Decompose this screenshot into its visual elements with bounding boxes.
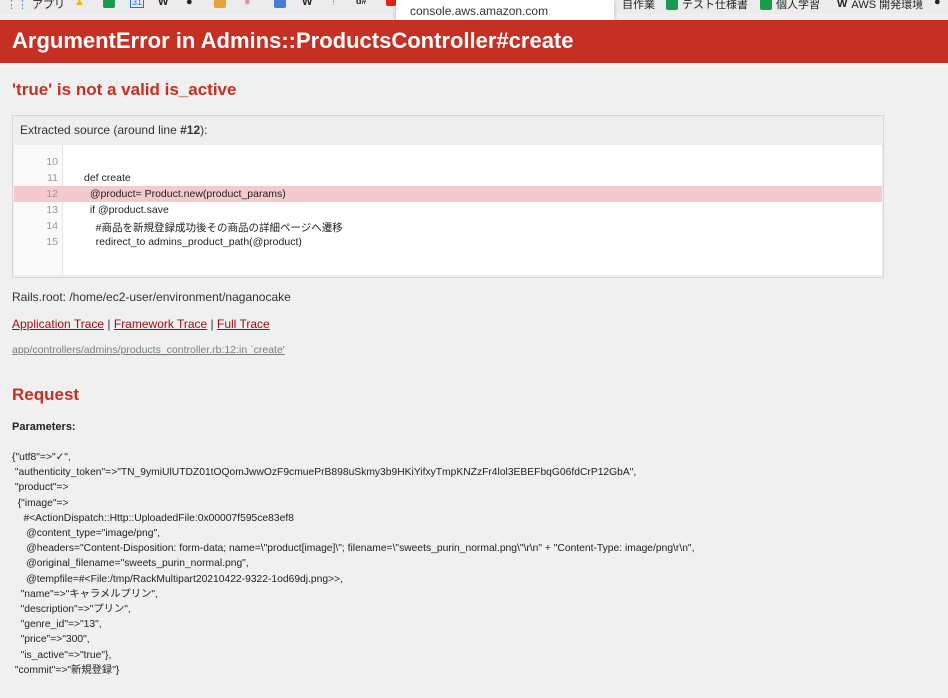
bookmark-dev[interactable]: d# [356, 0, 367, 6]
line-code: def create [84, 172, 131, 184]
bookmark-calendar[interactable]: 31 [130, 0, 145, 8]
google-calendar-icon: 31 [130, 0, 145, 8]
pink-circle-icon: ● [244, 0, 251, 8]
apps-grid-icon: ⋮⋮ [6, 0, 28, 11]
google-drive-icon: ▲ [74, 0, 85, 8]
source-heading-line: #12 [180, 123, 201, 137]
google-sheets-icon [666, 0, 678, 10]
code-line: 15 redirect_to admins_product_path(@prod… [14, 234, 882, 250]
bookmark-wikipedia[interactable]: W [158, 0, 168, 8]
google-sheets-icon [103, 0, 115, 8]
line-code: @product= Product.new(product_params) [84, 188, 286, 200]
bookmark-github[interactable]: ● [186, 0, 193, 8]
line-number: 15 [46, 236, 58, 248]
source-heading: Extracted source (around line #12): [20, 123, 207, 137]
line-code: if @product.save [84, 204, 169, 216]
line-code: redirect_to admins_product_path(@product… [84, 236, 302, 248]
dev-icon: d# [356, 0, 367, 6]
line-number: 10 [46, 156, 58, 168]
parameters-dump: {"utf8"=>"✓", "authenticity_token"=>"TN_… [12, 452, 695, 676]
extracted-source: Extracted source (around line #12): 10 1… [12, 115, 884, 278]
wikipedia-icon: W [158, 0, 169, 8]
lightbulb-icon: ! [332, 0, 336, 8]
framework-trace-link[interactable]: Framework Trace [114, 317, 207, 331]
bookmark-right-3-label: 個人学習 [776, 0, 820, 11]
tooltip-text: console.aws.amazon.com [410, 4, 549, 18]
translate-icon [274, 0, 286, 8]
bookmark-youtube[interactable] [386, 0, 396, 6]
request-heading: Request [12, 385, 80, 404]
wikipedia-icon: W [302, 0, 313, 8]
source-heading-prefix: Extracted source (around line [20, 123, 181, 137]
trace-separator: | [207, 317, 218, 331]
bookmark-drive[interactable]: ▲ [74, 0, 85, 8]
bookmark-pink[interactable]: ● [244, 0, 251, 8]
bookmark-sheets[interactable] [103, 0, 115, 8]
error-title: ArgumentError in Admins::ProductsControl… [12, 28, 574, 53]
bookmark-qiita[interactable] [214, 0, 226, 8]
trace-separator: | [104, 317, 114, 331]
line-number: 11 [47, 172, 58, 184]
bookmark-github-2[interactable]: ● [934, 0, 941, 8]
bookmark-wikipedia-2[interactable]: W [302, 0, 312, 8]
youtube-icon [386, 0, 396, 6]
code-line-highlighted: 12 @product= Product.new(product_params) [14, 186, 882, 202]
wikipedia-icon: W [837, 0, 848, 10]
trace-links: Application Trace | Framework Trace | Fu… [12, 317, 270, 331]
code-line: 13 if @product.save [14, 202, 882, 218]
github-icon: ● [934, 0, 941, 8]
bookmark-right-2[interactable]: テスト仕様書 [666, 0, 748, 12]
rails-root: Rails.root: /home/ec2-user/environment/n… [12, 290, 291, 304]
source-heading-suffix: ): [200, 123, 208, 137]
bookmark-apps-label: アプリ [32, 0, 65, 11]
bookmark-right-1-label: 自作業 [622, 0, 655, 11]
github-icon: ● [186, 0, 193, 8]
code-line: 10 [14, 154, 882, 170]
bookmark-hint[interactable]: ! [332, 0, 335, 8]
line-number: 12 [46, 188, 58, 200]
code-line: 11 def create [14, 170, 882, 186]
line-number: 13 [46, 204, 58, 216]
bookmark-translate[interactable] [274, 0, 286, 8]
line-number: 14 [46, 220, 58, 232]
code-block: 10 11 def create 12 @product= Product.new… [14, 145, 882, 275]
full-trace-link[interactable]: Full Trace [217, 317, 270, 331]
bookmark-right-4[interactable]: W AWS 開発環境 [837, 0, 923, 12]
line-code: #商品を新規登録成功後その商品の詳細ページへ遷移 [84, 222, 343, 234]
code-line: 14 #商品を新規登録成功後その商品の詳細ページへ遷移 [14, 218, 882, 234]
bookmark-right-3[interactable]: 個人学習 [760, 0, 820, 12]
bookmark-right-4-label: AWS 開発環境 [851, 0, 924, 11]
bookmark-right-2-label: テスト仕様書 [682, 0, 748, 11]
error-message: 'true' is not a valid is_active [12, 80, 237, 99]
parameters-label: Parameters: [12, 421, 76, 433]
bookmark-apps[interactable]: ⋮⋮ アプリ [6, 0, 65, 12]
application-trace-link[interactable]: Application Trace [12, 317, 104, 331]
trace-frame-link[interactable]: app/controllers/admins/products_controll… [12, 344, 285, 356]
bookmark-right-1[interactable]: 自作業 [622, 0, 655, 12]
google-sheets-icon [760, 0, 772, 10]
qiita-icon [214, 0, 226, 8]
error-header: ArgumentError in Admins::ProductsControl… [0, 20, 948, 63]
